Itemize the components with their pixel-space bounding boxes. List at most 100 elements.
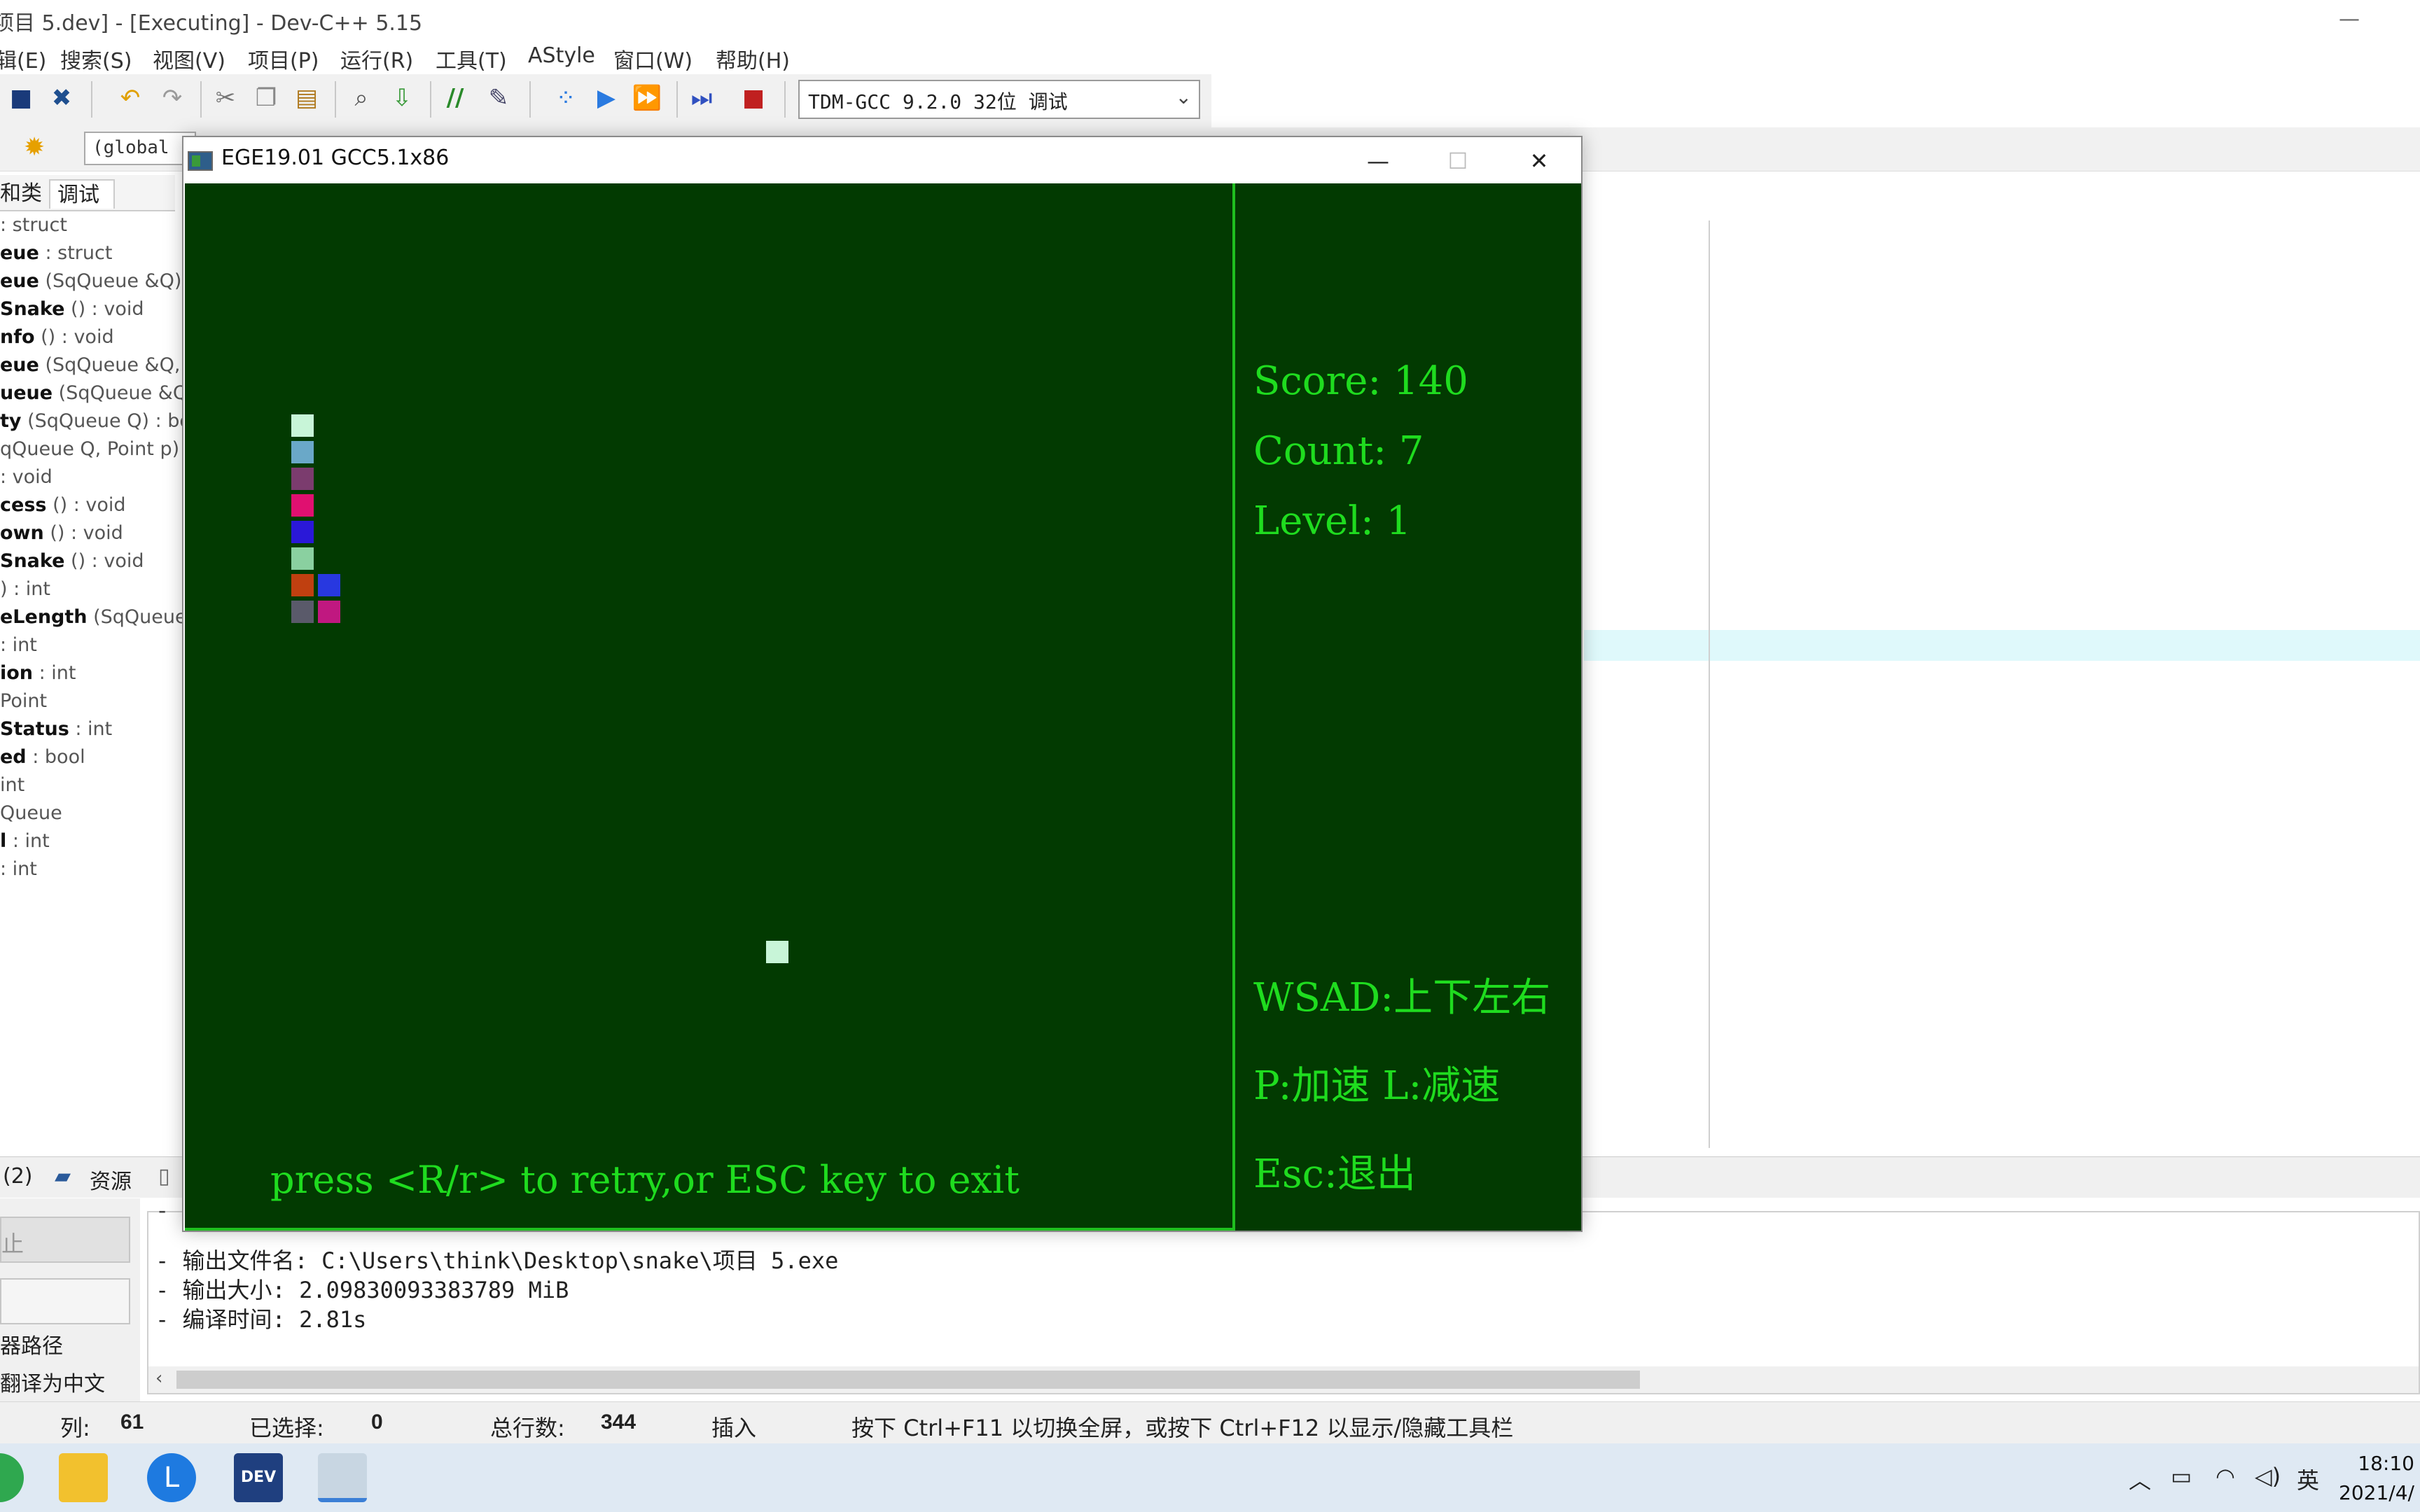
status-insert-mode: 插入 — [711, 1415, 757, 1441]
class-member-item[interactable]: : int — [0, 634, 37, 656]
devcpp-icon[interactable]: DEV — [234, 1453, 283, 1502]
app-l-icon[interactable]: L — [147, 1453, 196, 1502]
class-member-item[interactable]: qQueue Q, Point p) : — [0, 438, 182, 460]
menu-search[interactable]: 搜索(S) — [60, 43, 132, 74]
book-icon[interactable]: ▯ — [158, 1164, 170, 1189]
close-icon[interactable]: ✕ — [1518, 141, 1560, 181]
menu-astyle[interactable]: AStyle — [528, 43, 595, 68]
class-member-type: : void — [0, 466, 53, 488]
toolbar-separator — [200, 81, 202, 118]
toolbar-separator — [784, 81, 786, 118]
run-icon[interactable]: ▶ — [591, 83, 622, 113]
find-icon[interactable]: ⌕ — [346, 83, 377, 113]
class-member-type: () : void — [71, 550, 144, 572]
class-member-item[interactable]: ion : int — [0, 662, 76, 684]
output-horizontal-scrollbar[interactable]: ‹ — [148, 1366, 2419, 1393]
menu-run[interactable]: 运行(R) — [340, 43, 413, 74]
paste-icon[interactable]: ▤ — [291, 83, 322, 113]
stop-compile-button[interactable]: 止 — [0, 1217, 130, 1263]
chevron-down-icon: ⌄ — [1175, 85, 1192, 108]
ege-taskbar-icon[interactable] — [318, 1453, 367, 1502]
menu-window[interactable]: 窗口(W) — [613, 43, 693, 74]
tab-compile-log[interactable]: (2) — [3, 1164, 33, 1189]
class-member-item[interactable]: nfo () : void — [0, 326, 114, 348]
tab-classes[interactable]: 和类 — [0, 179, 49, 209]
class-member-item[interactable]: Snake () : void — [0, 298, 144, 320]
class-member-item[interactable]: eue (SqQueue &Q) : — [0, 270, 182, 292]
class-member-item[interactable]: cess () : void — [0, 494, 126, 516]
close-file-icon[interactable]: ✖ — [46, 83, 77, 113]
goto-icon[interactable]: ⇩ — [387, 83, 417, 113]
compiler-select[interactable]: TDM-GCC 9.2.0 32位 调试 ⌄ — [798, 80, 1200, 119]
class-member-item[interactable]: ed : bool — [0, 746, 85, 768]
translate-chinese-label[interactable]: 翻译为中文 — [0, 1366, 105, 1397]
wifi-icon[interactable]: ◠ — [2216, 1463, 2235, 1490]
game-titlebar[interactable]: EGE19.01 GCC5.1x86 — ☐ ✕ — [183, 137, 1581, 183]
comment-icon[interactable]: // — [440, 83, 471, 113]
save-all-icon[interactable]: ■ — [6, 83, 36, 113]
menu-view[interactable]: 视图(V) — [153, 43, 225, 74]
compiler-select-value: TDM-GCC 9.2.0 32位 调试 — [808, 90, 1068, 113]
output-line: - 输出大小: 2.09830093383789 MiB — [155, 1277, 569, 1303]
food — [766, 941, 788, 963]
class-member-type: (SqQueue Q) : boo — [27, 410, 182, 432]
class-member-item[interactable]: Snake () : void — [0, 550, 144, 572]
class-member-item[interactable]: int — [0, 774, 25, 796]
clock-time: 18:10 — [2358, 1452, 2414, 1475]
scrollbar-thumb[interactable] — [176, 1371, 1640, 1389]
class-member-type: (SqQueue Q — [93, 606, 182, 628]
class-member-item[interactable]: : int — [0, 858, 37, 880]
battery-icon[interactable]: ▭ — [2171, 1463, 2192, 1490]
main-minimize-button[interactable]: — — [2339, 7, 2360, 31]
menu-tools[interactable]: 工具(T) — [436, 43, 507, 74]
ime-indicator[interactable]: 英 — [2297, 1463, 2319, 1495]
compile-log-controls: 止 器路径 翻译为中文 — [0, 1198, 140, 1401]
class-member-item[interactable]: Status : int — [0, 718, 112, 740]
scope-select[interactable]: (global — [84, 132, 196, 165]
compile-icon[interactable]: ⁘ — [550, 83, 581, 113]
menubar: 辑(E) 搜索(S) 视图(V) 项目(P) 运行(R) 工具(T) AStyl… — [0, 41, 2420, 74]
minimize-icon[interactable]: — — [1357, 141, 1399, 181]
copy-icon[interactable]: ❐ — [251, 83, 281, 113]
menu-project[interactable]: 项目(P) — [248, 43, 319, 74]
class-member-item[interactable]: ) : int — [0, 578, 50, 600]
clock[interactable]: 18:10 2021/4/ — [2339, 1449, 2414, 1508]
class-member-item[interactable]: eue (SqQueue &Q, Po — [0, 354, 182, 376]
class-member-type: : int — [12, 830, 50, 852]
class-member-name: Snake — [0, 550, 65, 572]
class-member-item[interactable]: Point — [0, 690, 47, 712]
tab-resources[interactable]: 资源 — [90, 1164, 132, 1195]
edge-icon[interactable] — [0, 1453, 24, 1502]
class-member-item[interactable]: : void — [0, 466, 53, 488]
class-member-type: : bool — [32, 746, 85, 768]
class-member-item[interactable]: : struct — [0, 214, 67, 236]
menu-help[interactable]: 帮助(H) — [716, 43, 790, 74]
class-member-item[interactable]: ty (SqQueue Q) : boo — [0, 410, 182, 432]
game-app-icon — [188, 151, 213, 171]
redo-icon[interactable]: ↷ — [157, 83, 188, 113]
class-member-item[interactable]: ueue (SqQueue &Q) : — [0, 382, 182, 404]
class-member-item[interactable]: eLength (SqQueue Q — [0, 606, 182, 628]
debug-icon[interactable]: ⏭ — [686, 83, 717, 113]
file-explorer-icon[interactable] — [59, 1453, 108, 1502]
class-member-type: : int — [39, 662, 76, 684]
game-canvas[interactable]: Score: 140 Count: 7 Level: 1 WSAD:上下左右 P… — [185, 183, 1581, 1231]
menu-edit[interactable]: 辑(E) — [0, 43, 46, 74]
compile-run-icon[interactable]: ⏩ — [632, 83, 662, 113]
format-icon[interactable]: ✎ — [483, 83, 514, 113]
status-selected-value: 0 — [371, 1410, 383, 1434]
tab-debug[interactable]: 调试 — [49, 179, 115, 209]
class-member-item[interactable]: l : int — [0, 830, 50, 852]
undo-icon[interactable]: ↶ — [115, 83, 146, 113]
class-member-item[interactable]: Queue — [0, 802, 62, 824]
class-member-item[interactable]: eue : struct — [0, 242, 112, 264]
gear-icon[interactable]: ✹ — [24, 133, 45, 162]
chevron-up-icon[interactable]: ︿ — [2129, 1463, 2151, 1495]
maximize-icon[interactable]: ☐ — [1437, 141, 1479, 181]
class-member-item[interactable]: own () : void — [0, 522, 123, 544]
cut-icon[interactable]: ✂ — [210, 83, 241, 113]
stop-icon[interactable]: ■ — [738, 83, 769, 113]
shorten-path-field[interactable] — [0, 1278, 130, 1324]
scroll-left-icon[interactable]: ‹ — [155, 1368, 162, 1389]
speaker-icon[interactable]: ◁) — [2255, 1463, 2281, 1490]
